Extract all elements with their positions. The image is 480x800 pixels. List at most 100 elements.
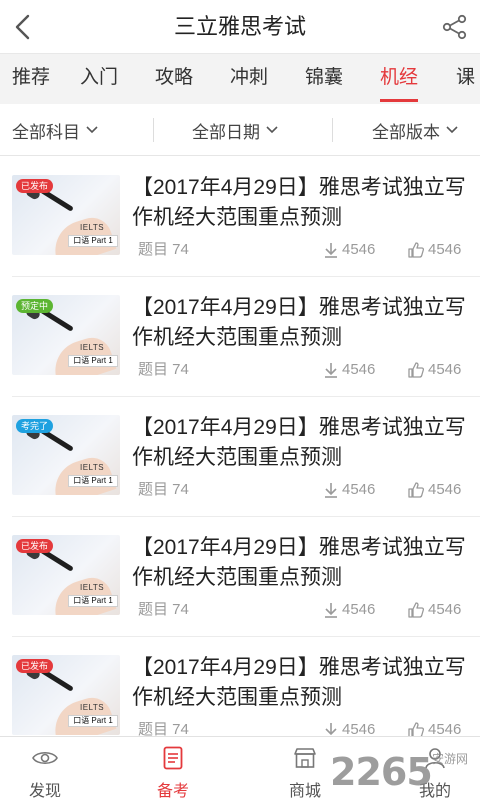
thumbs-up-icon: [408, 602, 424, 618]
filter-subject-label: 全部科目: [12, 122, 80, 142]
filter-date[interactable]: 全部日期: [192, 104, 278, 156]
thumbnail-part-label: 口语 Part 1: [68, 475, 118, 487]
like-count-value: 4546: [428, 361, 462, 378]
chevron-left-icon: [15, 14, 30, 40]
question-count: 题目 74: [138, 601, 189, 618]
thumbnail-ielts-label: IELTS: [80, 343, 105, 352]
status-badge: 已发布: [16, 539, 54, 553]
hand-shape: [47, 212, 117, 255]
eye-icon: [32, 745, 58, 771]
download-count[interactable]: 4546: [324, 359, 375, 381]
like-count[interactable]: 4546: [408, 479, 461, 501]
like-count[interactable]: 4546: [408, 359, 461, 381]
download-count[interactable]: 4546: [324, 479, 375, 501]
article-title: 【2017年4月29日】雅思考试独立写作机经大范围重点预测: [132, 176, 466, 229]
share-button[interactable]: [440, 12, 470, 42]
article-title: 【2017年4月29日】雅思考试独立写作机经大范围重点预测: [132, 536, 466, 589]
article-thumbnail: IELTS 口语 Part 1 预定中: [12, 295, 120, 375]
tab-chongci[interactable]: 冲刺: [230, 54, 268, 104]
list-doc-icon: [160, 745, 186, 771]
tab-jinnang[interactable]: 锦囊: [305, 54, 343, 104]
article-thumbnail: IELTS 口语 Part 1 考完了: [12, 415, 120, 495]
watermark-text: 安游网: [432, 752, 469, 766]
download-count[interactable]: 4546: [324, 599, 375, 621]
thumbnail-part-label: 口语 Part 1: [68, 235, 118, 247]
article-thumbnail: IELTS 口语 Part 1 已发布: [12, 535, 120, 615]
status-badge: 考完了: [16, 419, 54, 433]
back-button[interactable]: [8, 12, 38, 42]
question-count: 题目 74: [138, 241, 189, 258]
thumbnail-ielts-label: IELTS: [80, 703, 105, 712]
list-item[interactable]: IELTS 口语 Part 1 考完了 【2017年4月29日】雅思考试独立写作…: [0, 397, 480, 517]
article-title: 【2017年4月29日】雅思考试独立写作机经大范围重点预测: [132, 296, 466, 349]
filter-version[interactable]: 全部版本: [372, 104, 458, 156]
download-count-value: 4546: [342, 601, 376, 618]
filter-divider: [332, 118, 333, 142]
thumbs-up-icon: [408, 362, 424, 378]
list-item[interactable]: IELTS 口语 Part 1 已发布 【2017年4月29日】雅思考试独立写作…: [0, 517, 480, 637]
list-item[interactable]: IELTS 口语 Part 1 已发布 【2017年4月29日】雅思考试独立写作…: [0, 157, 480, 277]
article-thumbnail: IELTS 口语 Part 1 已发布: [12, 655, 120, 735]
download-icon: [325, 483, 337, 498]
article-thumbnail: IELTS 口语 Part 1 已发布: [12, 175, 120, 255]
download-count-value: 4546: [342, 241, 376, 258]
share-icon: [442, 14, 467, 40]
thumbs-up-icon: [408, 482, 424, 498]
nav-discover[interactable]: 发现: [5, 737, 85, 800]
download-icon: [325, 603, 337, 618]
tab-jijing[interactable]: 机经: [380, 54, 419, 104]
filter-bar: 全部科目 全部日期 全部版本: [0, 104, 480, 156]
download-icon: [325, 243, 337, 258]
status-badge: 已发布: [16, 659, 54, 673]
chevron-down-icon: [86, 126, 98, 134]
download-count-value: 4546: [342, 361, 376, 378]
question-count: 题目 74: [138, 361, 189, 378]
filter-subject[interactable]: 全部科目: [12, 104, 98, 156]
status-badge: 已发布: [16, 179, 54, 193]
tab-tuijian[interactable]: 推荐: [12, 54, 50, 104]
app-header: 三立雅思考试: [0, 0, 480, 54]
status-badge: 预定中: [16, 299, 54, 313]
list-item[interactable]: IELTS 口语 Part 1 预定中 【2017年4月29日】雅思考试独立写作…: [0, 277, 480, 397]
hand-shape: [47, 452, 117, 495]
article-meta: 题目 74 4546 4546: [138, 359, 470, 381]
thumbs-up-icon: [408, 242, 424, 258]
download-icon: [325, 363, 337, 378]
tab-gonglue[interactable]: 攻略: [155, 54, 193, 104]
article-title: 【2017年4月29日】雅思考试独立写作机经大范围重点预测: [132, 416, 466, 469]
like-count[interactable]: 4546: [408, 599, 461, 621]
watermark: 2265 安游网: [330, 746, 480, 796]
tab-rumen[interactable]: 入门: [80, 54, 118, 104]
hand-shape: [47, 332, 117, 375]
thumbnail-ielts-label: IELTS: [80, 463, 105, 472]
like-count[interactable]: 4546: [408, 239, 461, 261]
filter-divider: [153, 118, 154, 142]
article-meta: 题目 74 4546 4546: [138, 599, 470, 621]
category-tabs: 推荐 入门 攻略 冲刺 锦囊 机经 课: [0, 54, 480, 104]
question-count: 题目 74: [138, 481, 189, 498]
article-title: 【2017年4月29日】雅思考试独立写作机经大范围重点预测: [132, 656, 466, 709]
thumbnail-part-label: 口语 Part 1: [68, 715, 118, 727]
thumbnail-part-label: 口语 Part 1: [68, 595, 118, 607]
filter-date-label: 全部日期: [192, 122, 260, 142]
tab-ke[interactable]: 课: [456, 54, 475, 104]
nav-prepare-label: 备考: [156, 783, 189, 800]
download-count-value: 4546: [342, 481, 376, 498]
watermark-number: 2265: [330, 750, 433, 794]
chevron-down-icon: [446, 126, 458, 134]
like-count-value: 4546: [428, 481, 462, 498]
like-count-value: 4546: [428, 241, 462, 258]
filter-version-label: 全部版本: [372, 122, 440, 142]
article-meta: 题目 74 4546 4546: [138, 479, 470, 501]
thumbnail-ielts-label: IELTS: [80, 583, 105, 592]
chevron-down-icon: [266, 126, 278, 134]
thumbnail-part-label: 口语 Part 1: [68, 355, 118, 367]
nav-discover-label: 发现: [28, 783, 61, 800]
download-count[interactable]: 4546: [324, 239, 375, 261]
article-meta: 题目 74 4546 4546: [138, 239, 470, 261]
page-title: 三立雅思考试: [173, 14, 306, 39]
thumbnail-ielts-label: IELTS: [80, 223, 105, 232]
hand-shape: [47, 572, 117, 615]
like-count-value: 4546: [428, 601, 462, 618]
nav-prepare[interactable]: 备考: [133, 737, 213, 800]
